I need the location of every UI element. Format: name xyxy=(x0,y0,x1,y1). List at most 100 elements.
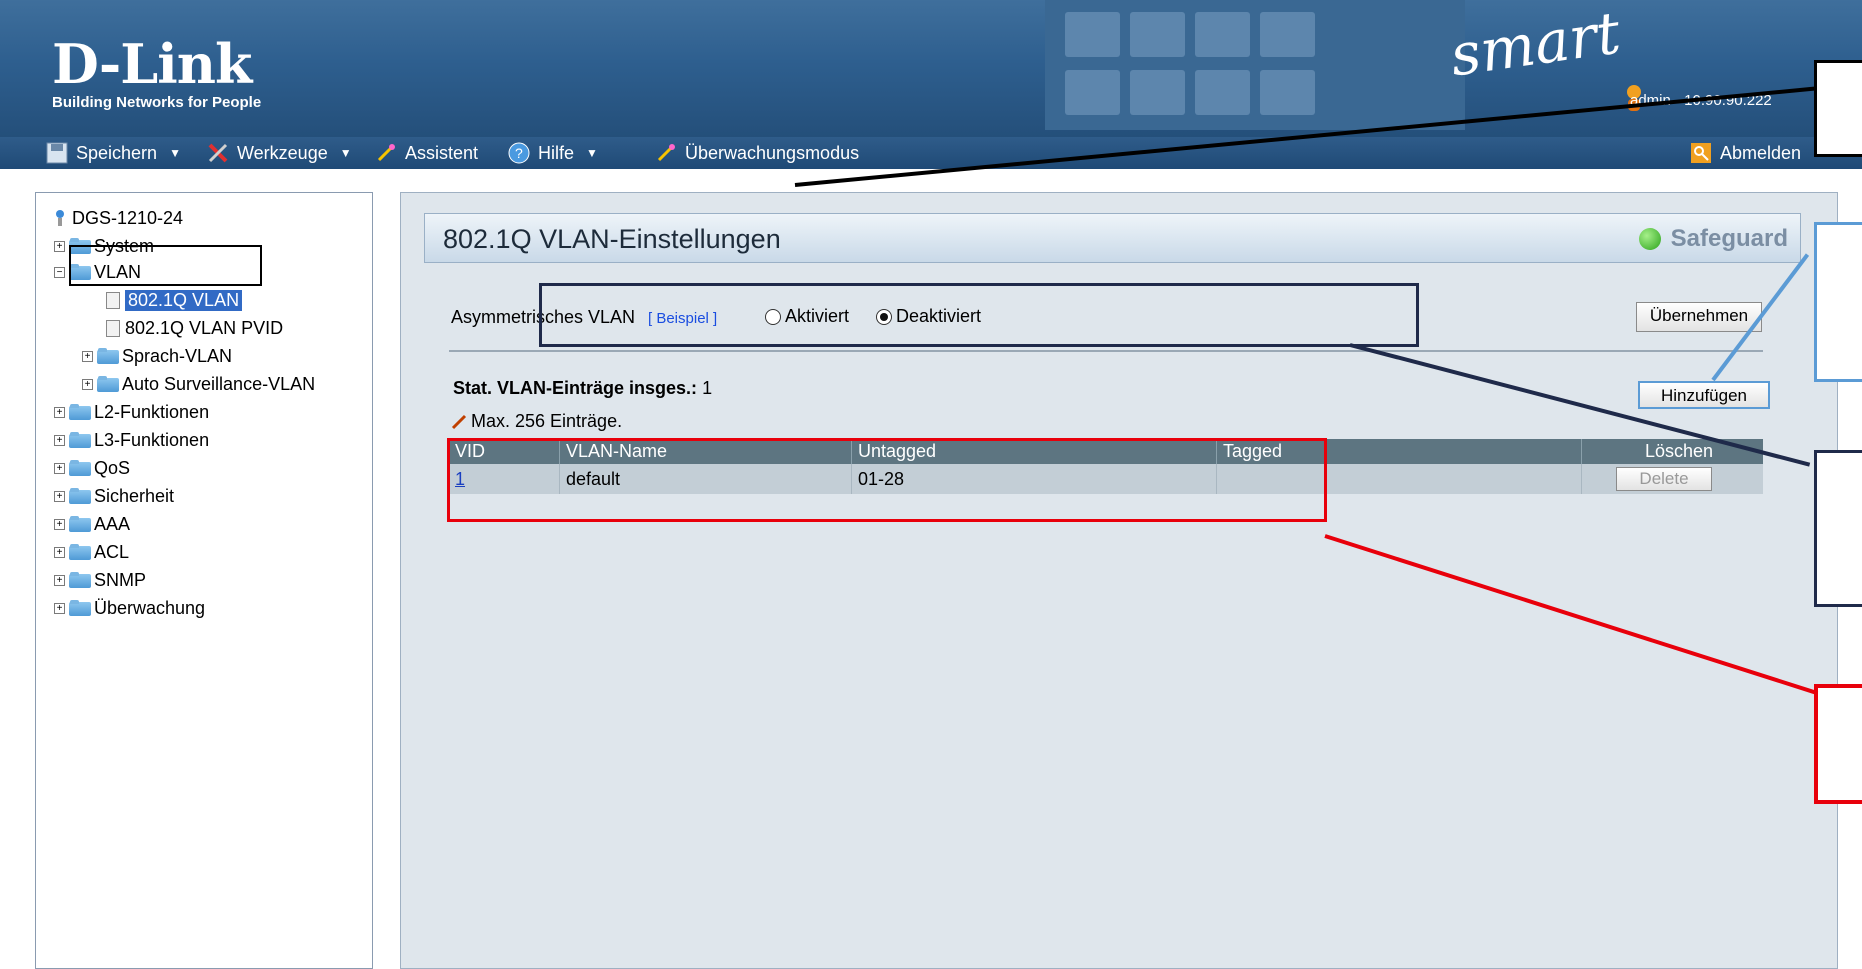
tree-item-voice-vlan[interactable]: + Sprach-VLAN xyxy=(82,343,232,369)
tree-item-qos[interactable]: + QoS xyxy=(54,455,130,481)
expand-icon[interactable]: + xyxy=(54,490,65,502)
wizard-wand-icon xyxy=(657,144,675,162)
expand-icon[interactable]: + xyxy=(54,406,65,418)
expand-icon[interactable]: + xyxy=(54,574,65,586)
tree-item-auto-surveillance-vlan[interactable]: + Auto Surveillance-VLAN xyxy=(82,371,315,397)
navigation-tree: DGS-1210-24 + System − VLAN 802.1Q VLAN … xyxy=(35,192,373,969)
tree-item-label: Auto Surveillance-VLAN xyxy=(122,373,316,394)
folder-icon xyxy=(97,376,119,392)
tree-item-l3-functions[interactable]: + L3-Funktionen xyxy=(54,427,209,453)
radio-button[interactable] xyxy=(765,308,781,325)
toolbar: Speichern ▼ Werkzeuge ▼ Assistent ? Hilf… xyxy=(0,137,1862,169)
document-icon xyxy=(106,291,120,309)
tree-item-8021q-vlan-pvid[interactable]: 802.1Q VLAN PVID xyxy=(106,315,283,341)
radio-enabled-label: Aktiviert xyxy=(785,306,850,326)
expand-icon[interactable]: + xyxy=(82,350,93,362)
table-row: 1 default 01-28 Delete xyxy=(449,464,1763,494)
tree-item-label: Überwachung xyxy=(94,597,206,618)
tree-root-device[interactable]: DGS-1210-24 xyxy=(52,205,183,231)
table-header-row: VID VLAN-Name Untagged Tagged Löschen xyxy=(449,439,1763,464)
expand-icon[interactable]: + xyxy=(82,378,93,390)
example-link[interactable]: [ Beispiel ] xyxy=(648,310,717,327)
tree-item-label: ACL xyxy=(94,541,130,562)
pencil-icon xyxy=(451,414,467,429)
tree-item-vlan[interactable]: − VLAN xyxy=(54,259,141,285)
add-button[interactable]: Hinzufügen xyxy=(1638,381,1770,409)
logout-button[interactable]: Abmelden xyxy=(1690,137,1801,169)
document-icon xyxy=(106,319,120,337)
folder-icon xyxy=(69,544,91,560)
help-menu[interactable]: ? Hilfe ▼ xyxy=(508,137,598,169)
folder-icon xyxy=(69,516,91,532)
header-banner: D-Link Building Networks for People smar… xyxy=(0,0,1862,137)
help-icon: ? xyxy=(508,142,530,164)
folder-icon xyxy=(69,600,91,616)
svg-text:?: ? xyxy=(515,145,523,161)
tree-item-label: L2-Funktionen xyxy=(94,401,210,422)
tree-item-l2-functions[interactable]: + L2-Funktionen xyxy=(54,399,209,425)
tools-menu[interactable]: Werkzeuge ▼ xyxy=(207,137,352,169)
section-divider xyxy=(449,350,1763,352)
save-menu-label: Speichern xyxy=(76,142,158,163)
logo-tagline: Building Networks for People xyxy=(52,94,262,111)
tree-item-aaa[interactable]: + AAA xyxy=(54,511,130,537)
radio-disabled-label: Deaktiviert xyxy=(896,306,982,326)
static-entries-count: 1 xyxy=(702,378,713,398)
chevron-down-icon: ▼ xyxy=(339,146,352,160)
wizard-wand-icon xyxy=(377,144,395,162)
monitor-mode-label: Überwachungsmodus xyxy=(685,142,860,163)
expand-icon[interactable]: + xyxy=(54,462,65,474)
delete-cell: Delete xyxy=(1582,464,1763,494)
tree-item-system[interactable]: + System xyxy=(54,233,154,259)
vlan-name-cell: default xyxy=(560,464,852,494)
radio-button-selected[interactable] xyxy=(876,308,892,325)
column-header-untagged: Untagged xyxy=(852,439,1217,464)
monitor-mode-menu[interactable]: Überwachungsmodus xyxy=(655,137,859,169)
max-entries-text: Max. 256 Einträge. xyxy=(471,411,623,431)
page-title: 802.1Q VLAN-Einstellungen xyxy=(443,224,781,254)
vid-link[interactable]: 1 xyxy=(449,464,560,494)
chevron-down-icon: ▼ xyxy=(169,146,181,160)
expand-icon[interactable]: + xyxy=(54,434,65,446)
wizard-menu-label: Assistent xyxy=(405,142,479,163)
expand-icon[interactable]: + xyxy=(54,240,65,252)
folder-icon xyxy=(69,488,91,504)
expand-icon[interactable]: + xyxy=(54,602,65,614)
logout-label: Abmelden xyxy=(1720,142,1802,163)
tree-item-security[interactable]: + Sicherheit xyxy=(54,483,174,509)
wizard-menu[interactable]: Assistent xyxy=(375,137,478,169)
column-header-vlan-name: VLAN-Name xyxy=(560,439,852,464)
tree-item-acl[interactable]: + ACL xyxy=(54,539,129,565)
dlink-logo: D-Link Building Networks for People xyxy=(38,28,263,120)
tree-item-snmp[interactable]: + SNMP xyxy=(54,567,146,593)
folder-icon xyxy=(69,572,91,588)
folder-icon xyxy=(69,460,91,476)
key-icon xyxy=(1691,143,1711,163)
tree-item-label: VLAN xyxy=(94,261,142,282)
collapse-icon[interactable]: − xyxy=(54,266,65,278)
delete-button[interactable]: Delete xyxy=(1616,467,1712,491)
apply-button[interactable]: Übernehmen xyxy=(1636,302,1762,332)
status-dot-icon xyxy=(1638,228,1661,250)
static-entries-text: Stat. VLAN-Einträge insges.: xyxy=(453,378,698,398)
radio-enabled[interactable]: Aktiviert xyxy=(765,306,849,327)
expand-icon[interactable]: + xyxy=(54,518,65,530)
tree-item-8021q-vlan[interactable]: 802.1Q VLAN xyxy=(106,287,243,313)
radio-disabled[interactable]: Deaktiviert xyxy=(876,306,981,327)
page-title-bar: 802.1Q VLAN-Einstellungen Safeguard xyxy=(424,213,1801,263)
chevron-down-icon: ▼ xyxy=(586,146,598,160)
help-menu-label: Hilfe xyxy=(538,142,575,163)
save-menu[interactable]: Speichern ▼ xyxy=(46,137,181,169)
tree-item-monitoring[interactable]: + Überwachung xyxy=(54,595,205,621)
tree-item-label: QoS xyxy=(94,457,131,478)
folder-icon xyxy=(69,432,91,448)
folder-icon xyxy=(97,348,119,364)
asymmetric-vlan-label: Asymmetrisches VLAN xyxy=(451,307,636,327)
static-entries-label: Stat. VLAN-Einträge insges.: 1 xyxy=(453,378,712,399)
expand-icon[interactable]: + xyxy=(54,546,65,558)
tagged-cell xyxy=(1217,464,1582,494)
tree-item-label: Sicherheit xyxy=(94,485,175,506)
tree-item-label: 802.1Q VLAN xyxy=(125,289,243,311)
safeguard-label: Safeguard xyxy=(1670,225,1788,252)
column-header-vid: VID xyxy=(449,439,560,464)
